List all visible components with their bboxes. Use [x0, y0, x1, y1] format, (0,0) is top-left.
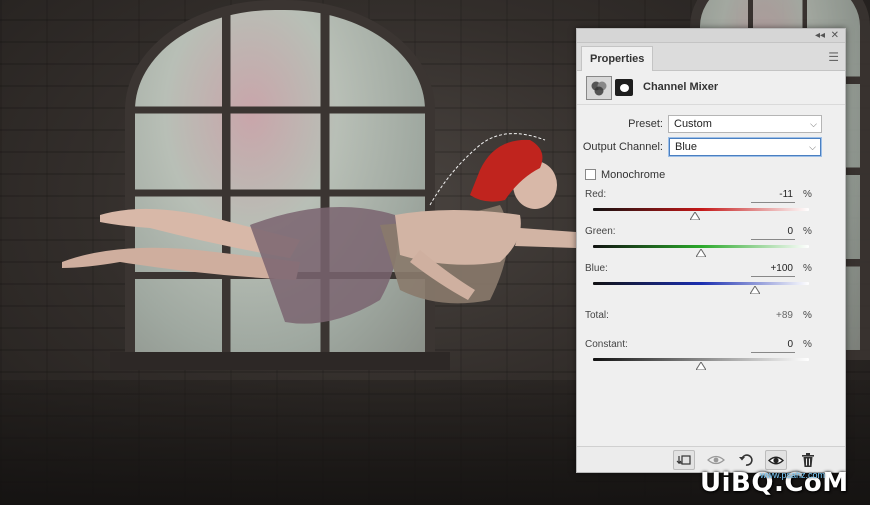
- view-previous-state-icon: [707, 455, 725, 465]
- slider-value-field[interactable]: -11: [751, 189, 795, 203]
- slider-unit: %: [803, 226, 812, 237]
- slider-value-field[interactable]: +100: [751, 263, 795, 277]
- constant-track[interactable]: [593, 358, 809, 361]
- delete-button[interactable]: [797, 450, 819, 470]
- monochrome-label: Monochrome: [601, 169, 666, 181]
- clip-to-layer-icon: [676, 455, 691, 465]
- slider-unit: %: [803, 189, 812, 200]
- total-unit: %: [803, 310, 812, 321]
- slider-value-field[interactable]: 0: [751, 226, 795, 240]
- collapse-panel-icon[interactable]: ◂◂: [815, 29, 825, 43]
- total-row: Total: +89 %: [577, 310, 845, 324]
- constant-value-field[interactable]: 0: [751, 339, 795, 353]
- monochrome-row: Monochrome: [577, 168, 845, 184]
- panel-menu-icon[interactable]: ☰: [828, 51, 839, 63]
- total-value: +89: [776, 310, 793, 321]
- constant-row: Constant: 0 %: [577, 339, 845, 373]
- slider-label: Red:: [585, 189, 607, 200]
- preset-select[interactable]: Custom ⌵: [668, 115, 822, 133]
- watermark-subtext: www.psahz.com: [760, 470, 826, 480]
- view-previous-state-button[interactable]: [705, 450, 727, 470]
- channel-mixer-icon[interactable]: [586, 76, 612, 100]
- adjustment-header: Channel Mixer: [577, 71, 845, 105]
- panel-title-bar[interactable]: ◂◂ ✕: [577, 29, 845, 43]
- adjustment-title: Channel Mixer: [643, 81, 719, 93]
- chevron-down-icon: ⌵: [809, 142, 816, 152]
- slider-track[interactable]: [593, 282, 809, 285]
- slider-row: Blue: +100%: [577, 263, 845, 297]
- preset-label: Preset:: [628, 118, 663, 130]
- preset-value: Custom: [674, 118, 712, 130]
- slider-track[interactable]: [593, 245, 809, 248]
- layer-mask-icon[interactable]: [615, 79, 633, 96]
- tab-properties[interactable]: Properties: [581, 46, 654, 71]
- slider-thumb[interactable]: [750, 286, 760, 294]
- close-panel-icon[interactable]: ✕: [831, 29, 839, 43]
- slider-label: Green:: [585, 226, 616, 237]
- constant-slider-thumb[interactable]: [696, 362, 706, 370]
- toggle-visibility-button[interactable]: [765, 450, 787, 470]
- slider-track[interactable]: [593, 208, 809, 211]
- preset-row: Preset: Custom ⌵: [577, 115, 845, 135]
- constant-label: Constant:: [585, 339, 628, 350]
- total-label: Total:: [585, 310, 609, 321]
- properties-panel: ◂◂ ✕ Properties ☰ Channel Mixer Preset: …: [576, 28, 846, 473]
- slider-row: Red: -11%: [577, 189, 845, 223]
- slider-thumb[interactable]: [689, 212, 700, 220]
- output-channel-select[interactable]: Blue ⌵: [669, 138, 821, 156]
- slider-label: Blue:: [585, 263, 608, 274]
- output-channel-row: Output Channel: Blue ⌵: [577, 138, 845, 158]
- panel-tab-row: Properties ☰: [577, 43, 845, 71]
- slider-thumb[interactable]: [696, 249, 706, 257]
- clip-to-layer-button[interactable]: [673, 450, 695, 470]
- constant-unit: %: [803, 339, 812, 350]
- slider-row: Green: 0%: [577, 226, 845, 260]
- monochrome-checkbox[interactable]: [585, 169, 596, 180]
- delete-icon: [802, 453, 814, 467]
- toggle-visibility-icon: [768, 456, 784, 464]
- slider-unit: %: [803, 263, 812, 274]
- reset-button[interactable]: [735, 450, 757, 470]
- chevron-down-icon: ⌵: [810, 119, 817, 129]
- output-channel-label: Output Channel:: [582, 141, 663, 153]
- output-channel-value: Blue: [675, 141, 698, 153]
- reset-icon: [739, 454, 753, 466]
